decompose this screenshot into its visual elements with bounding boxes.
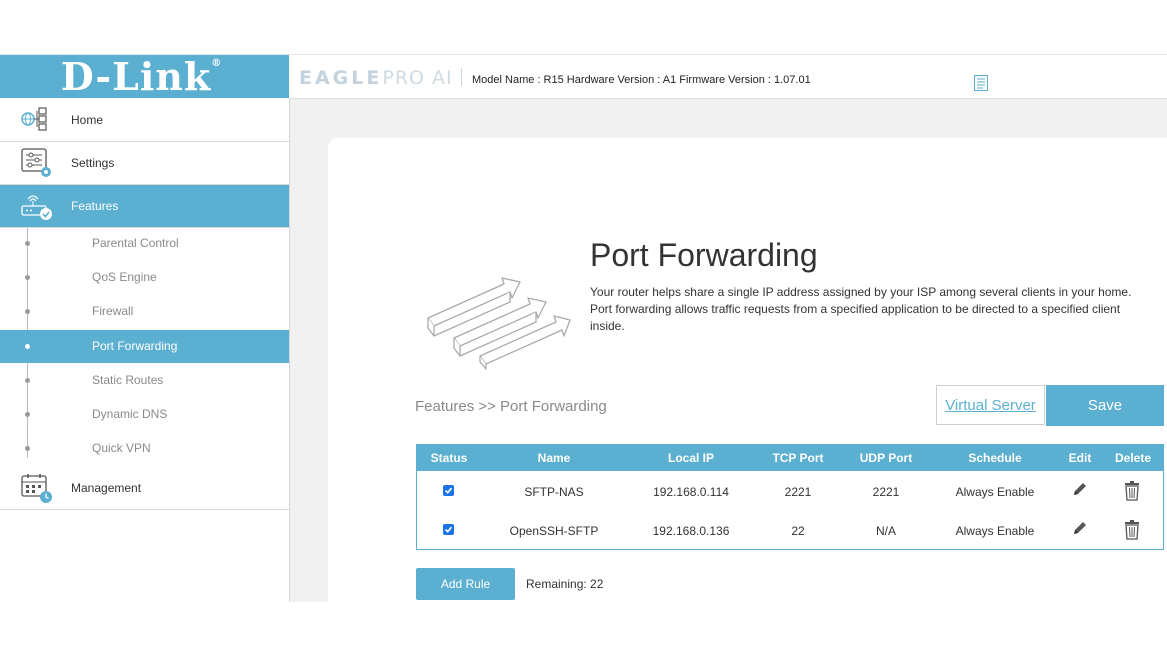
sidebar-subitem-dynamic-dns[interactable]: Dynamic DNS	[0, 398, 289, 431]
logo-bar: D-Link®	[0, 54, 289, 99]
cell-tcp-port: 2221	[784, 485, 812, 499]
cell-name: OpenSSH-SFTP	[509, 524, 599, 538]
submenu-dot	[25, 309, 30, 314]
table-row: SFTP-NAS 192.168.0.114 2221 2221 Always …	[417, 473, 1163, 511]
sidebar-subitem-quick-vpn[interactable]: Quick VPN	[0, 432, 289, 465]
table-header: Status Name Local IP TCP Port UDP Port S…	[417, 445, 1163, 471]
sidebar-subitem-label: Quick VPN	[92, 441, 151, 455]
column-header-name: Name	[537, 451, 571, 465]
sidebar-subitem-port-forwarding[interactable]: Port Forwarding	[0, 330, 289, 363]
sidebar-subitem-firewall[interactable]: Firewall	[0, 295, 289, 328]
sidebar-item-label: Features	[71, 199, 119, 213]
port-forwarding-table: Status Name Local IP TCP Port UDP Port S…	[416, 444, 1164, 550]
sidebar-item-label: Settings	[71, 156, 115, 170]
submenu-dot	[25, 412, 30, 417]
submenu-dot	[25, 378, 30, 383]
submenu-dot	[25, 344, 30, 349]
column-header-delete: Delete	[1114, 451, 1152, 465]
delete-trash-icon[interactable]	[1124, 520, 1140, 545]
column-header-udp-port: UDP Port	[859, 451, 913, 465]
save-button[interactable]: Save	[1046, 385, 1164, 426]
cell-name: SFTP-NAS	[524, 485, 584, 499]
settings-sliders-icon	[20, 147, 54, 184]
submenu-dot	[25, 275, 30, 280]
sidebar-item-label: Management	[71, 481, 142, 495]
cell-schedule: Always Enable	[955, 524, 1035, 538]
model-info: Model Name : R15 Hardware Version : A1 F…	[472, 74, 811, 86]
status-checkbox[interactable]	[443, 524, 454, 535]
column-header-tcp-port: TCP Port	[772, 451, 824, 465]
sidebar-item-settings[interactable]: Settings	[0, 142, 289, 185]
cell-tcp-port: 22	[791, 524, 805, 538]
globe-network-icon	[20, 104, 52, 139]
dlink-logo[interactable]: D-Link®	[61, 54, 223, 99]
sidebar-subitem-label: Firewall	[92, 304, 134, 318]
eagle-pro-ai-logo: EAGLEPRO AI	[299, 67, 453, 89]
sidebar-subitem-static-routes[interactable]: Static Routes	[0, 364, 289, 397]
delete-trash-icon[interactable]	[1124, 481, 1140, 506]
sidebar-subitem-qos-engine[interactable]: QoS Engine	[0, 261, 289, 294]
sidebar-item-management[interactable]: Management	[0, 467, 289, 510]
router-check-icon	[20, 190, 54, 227]
edit-pencil-icon[interactable]	[1072, 520, 1088, 541]
cell-udp-port: N/A	[875, 524, 896, 538]
submenu-dot	[25, 446, 30, 451]
sidebar-item-label: Home	[71, 113, 104, 127]
calendar-clock-icon	[20, 472, 54, 509]
port-forwarding-arrows-illustration	[424, 276, 574, 375]
table-row: OpenSSH-SFTP 192.168.0.136 22 N/A Always…	[417, 512, 1163, 550]
status-checkbox[interactable]	[443, 485, 454, 496]
cell-udp-port: 2221	[872, 485, 900, 499]
header-bar: EAGLEPRO AI Model Name : R15 Hardware Ve…	[289, 55, 1167, 99]
sidebar-subitem-parental-control[interactable]: Parental Control	[0, 227, 289, 260]
sidebar-item-home[interactable]: Home	[0, 99, 289, 142]
document-icon[interactable]	[974, 75, 988, 96]
column-header-schedule: Schedule	[968, 451, 1022, 465]
edit-pencil-icon[interactable]	[1072, 481, 1088, 502]
sidebar-subitem-label: QoS Engine	[92, 270, 157, 284]
column-header-status: Status	[430, 451, 468, 465]
virtual-server-link[interactable]: Virtual Server	[936, 385, 1045, 425]
sidebar-item-features[interactable]: Features	[0, 185, 289, 228]
sidebar-subitem-label: Parental Control	[92, 236, 179, 250]
page-description: Your router helps share a single IP addr…	[590, 285, 1132, 333]
page-title: Port Forwarding	[590, 237, 818, 273]
sidebar-subitem-label: Port Forwarding	[92, 339, 178, 353]
column-header-edit: Edit	[1068, 451, 1092, 465]
cell-local-ip: 192.168.0.114	[653, 485, 729, 499]
submenu-dot	[25, 241, 30, 246]
remaining-count: Remaining: 22	[526, 577, 604, 591]
cell-schedule: Always Enable	[955, 485, 1035, 499]
breadcrumb: Features >> Port Forwarding	[415, 398, 607, 415]
header-divider	[461, 68, 462, 86]
add-rule-button[interactable]: Add Rule	[416, 568, 515, 600]
cell-local-ip: 192.168.0.136	[652, 524, 730, 538]
sidebar-subitem-label: Dynamic DNS	[92, 407, 168, 421]
sidebar-subitem-label: Static Routes	[92, 373, 164, 387]
column-header-local-ip: Local IP	[667, 451, 714, 465]
